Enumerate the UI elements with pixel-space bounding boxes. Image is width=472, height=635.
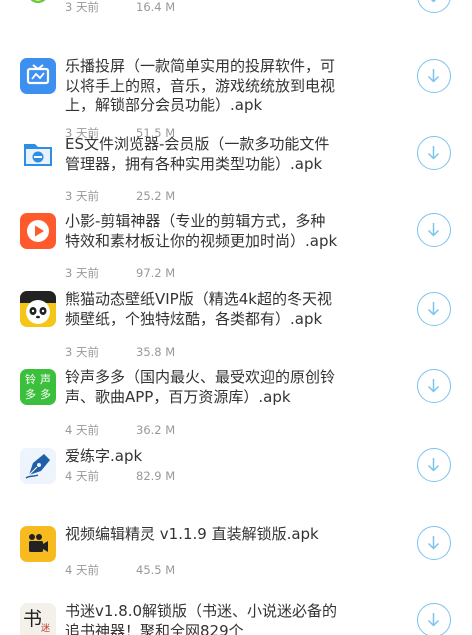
item-size: 35.8 M (136, 345, 176, 359)
item-title[interactable]: 视频编辑精灵 v1.1.9 直装解锁版.apk (65, 525, 340, 545)
app-download-list: 3 天前 16.4 M 乐播投屏（一款简单实用的投屏软件，可以将手上的照，音乐，… (0, 0, 472, 635)
download-button[interactable] (417, 213, 451, 247)
download-button[interactable] (417, 0, 451, 13)
download-button[interactable] (417, 136, 451, 170)
download-arrow-icon (427, 458, 440, 472)
item-size: 82.9 M (136, 469, 176, 483)
es-file-icon (20, 136, 56, 172)
item-size: 97.2 M (136, 266, 176, 280)
video-play-icon (20, 213, 56, 249)
download-button[interactable] (417, 292, 451, 326)
download-arrow-icon (427, 302, 440, 316)
item-meta: 4 天前 36.2 M (65, 423, 175, 437)
download-arrow-icon (427, 223, 440, 237)
list-item[interactable]: 视频编辑精灵 v1.1.9 直装解锁版.apk 4 天前 45.5 M (0, 524, 472, 584)
ringtone-icon-char: 多 (25, 388, 36, 401)
download-arrow-icon (427, 536, 440, 550)
book-icon-char: 书 (23, 608, 43, 630)
item-title[interactable]: 铃声多多（国内最火、最受欢迎的原创铃声、歌曲APP，百万资源库）.apk (65, 368, 340, 407)
item-meta: 4 天前 45.5 M (65, 563, 175, 577)
download-button[interactable] (417, 448, 451, 482)
video-editor-icon (20, 526, 56, 562)
download-button[interactable] (417, 59, 451, 93)
item-meta: 4 天前 82.9 M (65, 469, 175, 483)
download-button[interactable] (417, 369, 451, 403)
book-icon-char: 迷 (41, 624, 51, 634)
book-icon: 书 迷 (20, 603, 56, 635)
ringtone-icon-char: 声 (40, 373, 51, 386)
item-size: 45.5 M (136, 563, 176, 577)
item-date: 3 天前 (65, 266, 99, 280)
list-item[interactable]: 乐播投屏（一款简单实用的投屏软件，可以将手上的照，音乐，游戏统统放到电视上，解锁… (0, 56, 472, 140)
list-item[interactable]: 熊猫动态壁纸VIP版（精选4k超的冬天视频壁纸，个独特炫酷，各类都有）.apk … (0, 289, 472, 359)
item-date: 3 天前 (65, 0, 99, 14)
item-size: 36.2 M (136, 423, 176, 437)
item-date: 3 天前 (65, 345, 99, 359)
download-arrow-icon (427, 613, 440, 627)
list-item[interactable]: 3 天前 16.4 M (0, 0, 472, 20)
item-size: 25.2 M (136, 189, 176, 203)
item-date: 4 天前 (65, 423, 99, 437)
list-item[interactable]: 书 迷 书迷v1.8.0解锁版（书迷、小说迷必备的追书神器！聚和全网829个 (0, 601, 472, 635)
ringtone-icon-char: 多 (40, 388, 51, 401)
item-title[interactable]: 小影-剪辑神器（专业的剪辑方式，多种特效和素材板让你的视频更加时尚）.apk (65, 212, 340, 251)
item-date: 3 天前 (65, 189, 99, 203)
item-meta: 3 天前 97.2 M (65, 266, 175, 280)
list-item[interactable]: 铃 声 多 多 铃声多多（国内最火、最受欢迎的原创铃声、歌曲APP，百万资源库）… (0, 367, 472, 437)
item-title[interactable]: 乐播投屏（一款简单实用的投屏软件，可以将手上的照，音乐，游戏统统放到电视上，解锁… (65, 57, 340, 116)
download-button[interactable] (417, 603, 451, 635)
list-item[interactable]: ES文件浏览器-会员版（一款多功能文件管理器，拥有各种实用类型功能）.apk 3… (0, 134, 472, 204)
ringtone-icon: 铃 声 多 多 (20, 369, 56, 405)
item-date: 4 天前 (65, 563, 99, 577)
download-arrow-icon (427, 379, 440, 393)
download-arrow-icon (427, 146, 440, 160)
item-meta: 3 天前 25.2 M (65, 189, 175, 203)
list-item[interactable]: 爱练字.apk 4 天前 82.9 M (0, 446, 472, 506)
item-size: 16.4 M (136, 0, 176, 14)
item-title[interactable]: ES文件浏览器-会员版（一款多功能文件管理器，拥有各种实用类型功能）.apk (65, 135, 340, 174)
tv-cast-icon (20, 58, 56, 94)
item-title[interactable]: 熊猫动态壁纸VIP版（精选4k超的冬天视频壁纸，个独特炫酷，各类都有）.apk (65, 290, 340, 329)
download-button[interactable] (417, 526, 451, 560)
item-title[interactable]: 爱练字.apk (65, 447, 340, 467)
item-meta: 3 天前 35.8 M (65, 345, 175, 359)
pen-nib-icon (20, 448, 56, 484)
item-date: 4 天前 (65, 469, 99, 483)
list-item[interactable]: 小影-剪辑神器（专业的剪辑方式，多种特效和素材板让你的视频更加时尚）.apk 3… (0, 211, 472, 281)
green-app-icon (20, 0, 56, 14)
download-arrow-icon (430, 0, 437, 3)
download-arrow-icon (427, 69, 440, 83)
ringtone-icon-char: 铃 (25, 373, 36, 386)
item-title[interactable]: 书迷v1.8.0解锁版（书迷、小说迷必备的追书神器！聚和全网829个 (65, 602, 340, 635)
item-meta: 3 天前 16.4 M (65, 0, 175, 14)
panda-icon (20, 291, 56, 327)
